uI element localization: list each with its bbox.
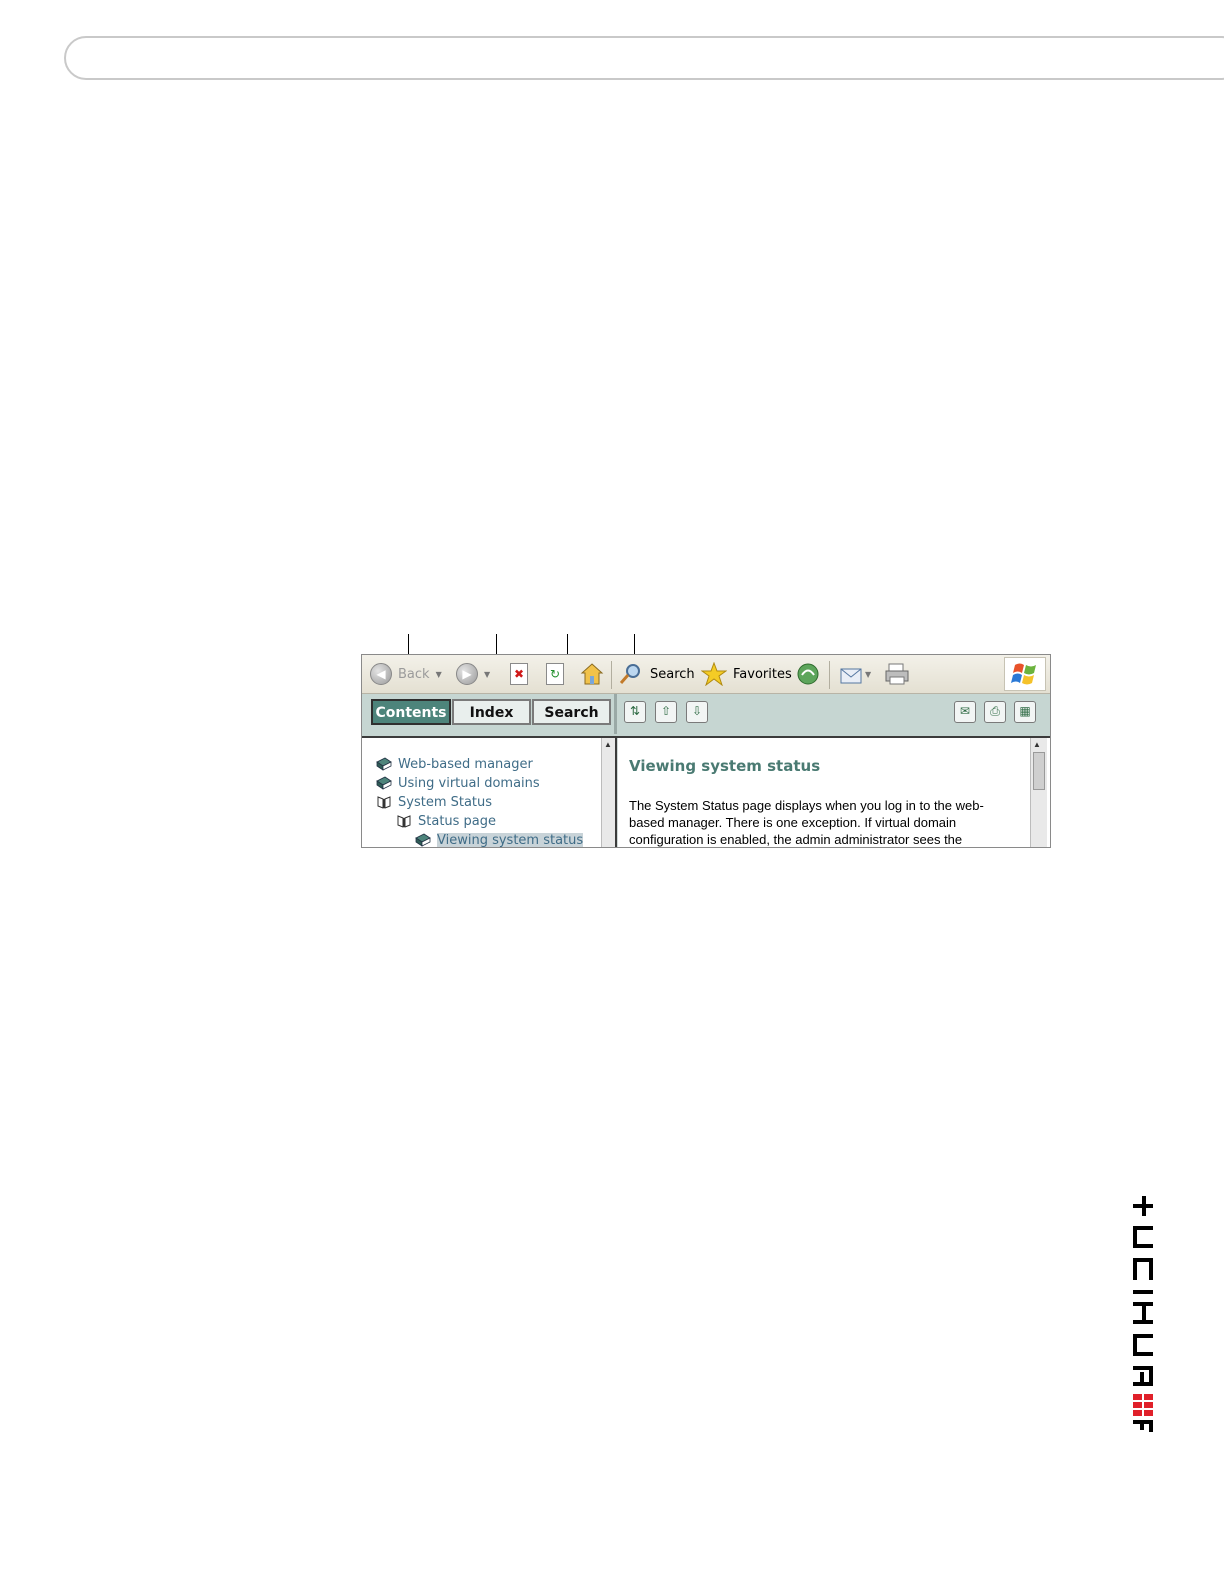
search-label: Search bbox=[650, 666, 695, 682]
topic-line: The System Status page displays when you… bbox=[629, 798, 984, 813]
show-in-contents-button[interactable]: ⇅ bbox=[624, 701, 646, 723]
toc-item-using-virtual-domains[interactable]: Using virtual domains bbox=[376, 774, 540, 792]
tab-search[interactable]: Search bbox=[532, 699, 611, 725]
windows-flag-icon bbox=[1011, 663, 1036, 685]
closed-book-icon bbox=[376, 776, 392, 790]
open-book-icon bbox=[377, 796, 391, 809]
toc-item-system-status[interactable]: System Status bbox=[376, 793, 492, 811]
forward-arrow-icon: ▶ bbox=[456, 663, 478, 685]
stop-icon: ✖ bbox=[510, 663, 528, 685]
mail-icon bbox=[840, 668, 862, 684]
forward-button[interactable]: ▶ ▼ bbox=[456, 662, 490, 686]
scroll-up-arrow-icon[interactable]: ▲ bbox=[604, 740, 612, 749]
toc-label: Viewing system status bbox=[437, 832, 584, 848]
toc-label: Using virtual domains bbox=[398, 775, 540, 791]
previous-topic-button[interactable]: ⇧ bbox=[655, 701, 677, 723]
windows-logo bbox=[1004, 657, 1046, 691]
dropdown-arrow-icon: ▼ bbox=[484, 669, 491, 679]
dropdown-arrow-icon: ▼ bbox=[435, 669, 442, 679]
email-topic-button[interactable]: ✉ bbox=[954, 701, 976, 723]
dropdown-arrow-icon: ▼ bbox=[865, 669, 872, 679]
printer-icon bbox=[885, 663, 909, 685]
topic-title: Viewing system status bbox=[629, 757, 821, 775]
toc-item-status-page[interactable]: Status page bbox=[396, 812, 496, 830]
bookmark-topic-button[interactable]: ▦ bbox=[1014, 701, 1036, 723]
print-button[interactable] bbox=[884, 662, 910, 686]
media-icon bbox=[797, 663, 819, 685]
topic-line: configuration is enabled, the admin admi… bbox=[629, 832, 963, 847]
toolbar-separator bbox=[611, 661, 612, 689]
printer-icon: ⎙ bbox=[990, 704, 1000, 718]
next-topic-button[interactable]: ⇩ bbox=[686, 701, 708, 723]
closed-book-icon bbox=[376, 757, 392, 771]
tab-contents[interactable]: Contents bbox=[371, 699, 451, 725]
refresh-icon: ↻ bbox=[546, 663, 564, 685]
home-button[interactable] bbox=[580, 662, 604, 686]
toc-item-viewing-system-status[interactable]: Viewing system status bbox=[415, 831, 584, 848]
toc-label: System Status bbox=[398, 794, 493, 810]
sync-toc-icon: ⇅ bbox=[629, 704, 641, 718]
scroll-thumb[interactable] bbox=[1033, 752, 1045, 790]
arrow-down-icon: ⇩ bbox=[691, 704, 703, 718]
page-icon: ▦ bbox=[1019, 704, 1031, 718]
toc-label: Status page bbox=[418, 813, 497, 829]
fortinet-logo bbox=[1133, 1196, 1153, 1432]
media-button[interactable] bbox=[796, 662, 820, 686]
magnifier-icon bbox=[619, 664, 640, 684]
help-navigation-bar: Contents Index Search ⇅ ⇧ ⇩ ✉ ⎙ ▦ bbox=[362, 694, 1050, 738]
back-button[interactable]: ◀ Back ▼ bbox=[370, 662, 442, 686]
stop-button[interactable]: ✖ bbox=[510, 662, 528, 686]
star-icon bbox=[701, 662, 727, 686]
toolbar-separator bbox=[829, 661, 830, 689]
favorites-label: Favorites bbox=[733, 666, 792, 682]
arrow-up-icon: ⇧ bbox=[660, 704, 672, 718]
home-icon bbox=[580, 663, 604, 685]
envelope-icon: ✉ bbox=[959, 704, 971, 718]
topic-icon bbox=[415, 833, 431, 847]
scroll-up-arrow-icon[interactable]: ▲ bbox=[1033, 740, 1041, 749]
page-header-bar bbox=[64, 36, 1224, 80]
contents-scrollbar[interactable]: ▲ bbox=[601, 738, 616, 847]
toc-item-web-based-manager[interactable]: Web-based manager bbox=[376, 755, 533, 773]
tab-index[interactable]: Index bbox=[452, 699, 531, 725]
toc-label: Web-based manager bbox=[398, 756, 533, 772]
help-window-screenshot: ◀ Back ▼ ▶ ▼ ✖ ↻ Search Favorites ▼ Cont… bbox=[361, 654, 1051, 848]
content-pane-divider bbox=[615, 738, 617, 847]
print-topic-button[interactable]: ⎙ bbox=[984, 701, 1006, 723]
topic-line: based manager. There is one exception. I… bbox=[629, 815, 957, 830]
pane-divider bbox=[614, 694, 617, 734]
refresh-button[interactable]: ↻ bbox=[546, 662, 564, 686]
topic-scrollbar[interactable]: ▲ bbox=[1030, 738, 1047, 847]
favorites-button[interactable]: Favorites bbox=[701, 662, 792, 686]
topic-body: The System Status page displays when you… bbox=[629, 797, 1024, 847]
open-book-icon bbox=[397, 815, 411, 828]
search-button[interactable]: Search bbox=[618, 662, 695, 686]
browser-toolbar: ◀ Back ▼ ▶ ▼ ✖ ↻ Search Favorites ▼ bbox=[362, 655, 1050, 694]
back-label: Back bbox=[398, 666, 430, 682]
back-arrow-icon: ◀ bbox=[370, 663, 392, 685]
mail-button[interactable]: ▼ bbox=[839, 662, 871, 686]
